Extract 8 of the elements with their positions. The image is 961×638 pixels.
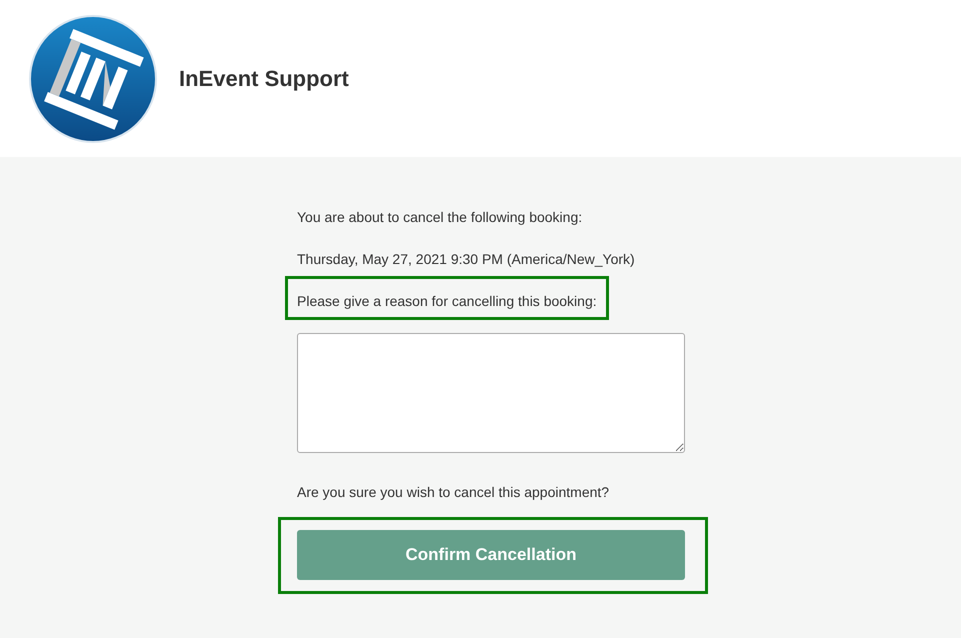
confirm-question: Are you sure you wish to cancel this appointment? [297,483,610,502]
logo-icon [28,14,158,144]
intro-text: You are about to cancel the following booking: [297,208,584,227]
booking-time: Thursday, May 27, 2021 9:30 PM (America/New_York) [297,250,636,269]
site-title: InEvent Support [179,65,349,93]
reason-field[interactable] [297,333,685,453]
reason-label: Please give a reason for cancelling this booking: [297,292,597,311]
confirm-cancellation-button[interactable]: Confirm Cancellation [297,530,685,580]
